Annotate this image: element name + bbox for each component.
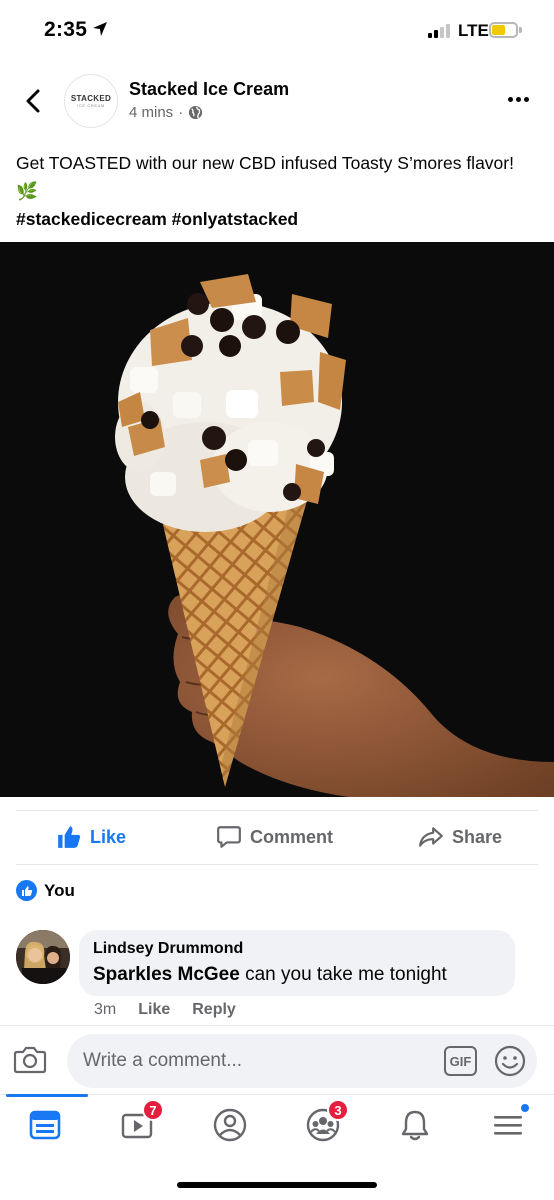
comment-mention[interactable]: Sparkles McGee <box>93 964 240 985</box>
share-label: Share <box>452 826 503 847</box>
home-indicator <box>177 1182 377 1188</box>
tab-bar: 7 3 <box>0 1094 554 1158</box>
active-tab-indicator <box>6 1094 88 1097</box>
page-name[interactable]: Stacked Ice Cream <box>129 79 289 100</box>
profile-icon <box>213 1108 247 1142</box>
more-dots-icon <box>508 97 513 102</box>
tab-profile[interactable] <box>212 1107 252 1147</box>
caption-hashtags[interactable]: #stackedicecream #onlyatstacked <box>16 205 536 233</box>
globe-icon <box>189 105 203 120</box>
like-label: Like <box>90 826 127 847</box>
status-time: 2:35 <box>44 18 88 41</box>
groups-badge: 3 <box>327 1099 349 1121</box>
back-chevron-icon[interactable] <box>18 86 48 116</box>
news-feed-icon <box>29 1110 61 1140</box>
comment-button[interactable]: Comment <box>216 824 333 850</box>
tab-watch[interactable]: 7 <box>120 1099 164 1147</box>
bell-icon <box>401 1110 429 1141</box>
comment-bubble[interactable]: Lindsey Drummond Sparkles McGee can you … <box>79 930 515 996</box>
post-timestamp[interactable]: 4 mins <box>129 104 173 121</box>
tab-groups[interactable]: 3 <box>305 1099 349 1147</box>
share-icon <box>419 827 443 847</box>
comment-text: Sparkles McGee can you take me tonight <box>93 964 501 986</box>
menu-icon <box>494 1116 522 1135</box>
like-reaction-icon <box>16 880 37 901</box>
comment-label: Comment <box>250 826 334 847</box>
signal-icon <box>428 24 454 38</box>
post-photo[interactable] <box>0 242 554 797</box>
gif-button[interactable]: GIF <box>444 1046 477 1076</box>
post-caption: Get TOASTED with our new CBD infused Toa… <box>16 149 536 233</box>
like-button[interactable]: Like <box>56 824 126 850</box>
network-type: LTE <box>458 21 489 40</box>
page-avatar[interactable]: STACKED ICE CREAM <box>64 74 118 128</box>
tab-menu[interactable] <box>490 1103 530 1147</box>
comment-actions: 3m Like Reply <box>94 1001 236 1019</box>
meta-separator: · <box>178 104 184 121</box>
comment-like-button[interactable]: Like <box>138 1001 170 1019</box>
post-meta: 4 mins · <box>129 104 203 121</box>
watch-badge: 7 <box>142 1099 164 1121</box>
reactions-summary[interactable]: You <box>16 880 75 901</box>
comment-icon <box>217 826 241 848</box>
post-action-bar: Like Comment Share <box>0 812 554 864</box>
caption-text: Get TOASTED with our new CBD infused Toa… <box>16 153 514 201</box>
emoji-icon[interactable] <box>493 1044 527 1078</box>
camera-icon[interactable] <box>12 1042 48 1078</box>
logo-text: STACKED <box>70 94 112 103</box>
post-header: STACKED ICE CREAM Stacked Ice Cream 4 mi… <box>0 70 554 136</box>
menu-notification-dot <box>520 1103 530 1113</box>
logo-subtext: ICE CREAM <box>77 103 105 108</box>
comment-author[interactable]: Lindsey Drummond <box>93 940 501 958</box>
ice-cream-cone-photo <box>115 274 554 797</box>
location-arrow-icon <box>93 22 107 36</box>
commenter-avatar[interactable] <box>16 930 70 984</box>
status-bar: 2:35 LTE <box>0 0 554 60</box>
battery-icon <box>489 22 518 38</box>
more-options-button[interactable] <box>508 97 529 102</box>
tab-news-feed[interactable] <box>27 1107 67 1147</box>
thumbs-up-icon <box>58 826 81 848</box>
comment-time: 3m <box>94 1001 117 1018</box>
comment-body: can you take me tonight <box>239 964 447 985</box>
share-button[interactable]: Share <box>418 824 502 850</box>
tab-notifications[interactable] <box>397 1107 437 1147</box>
reactions-text: You <box>44 880 75 900</box>
comment-reply-button[interactable]: Reply <box>192 1001 236 1019</box>
